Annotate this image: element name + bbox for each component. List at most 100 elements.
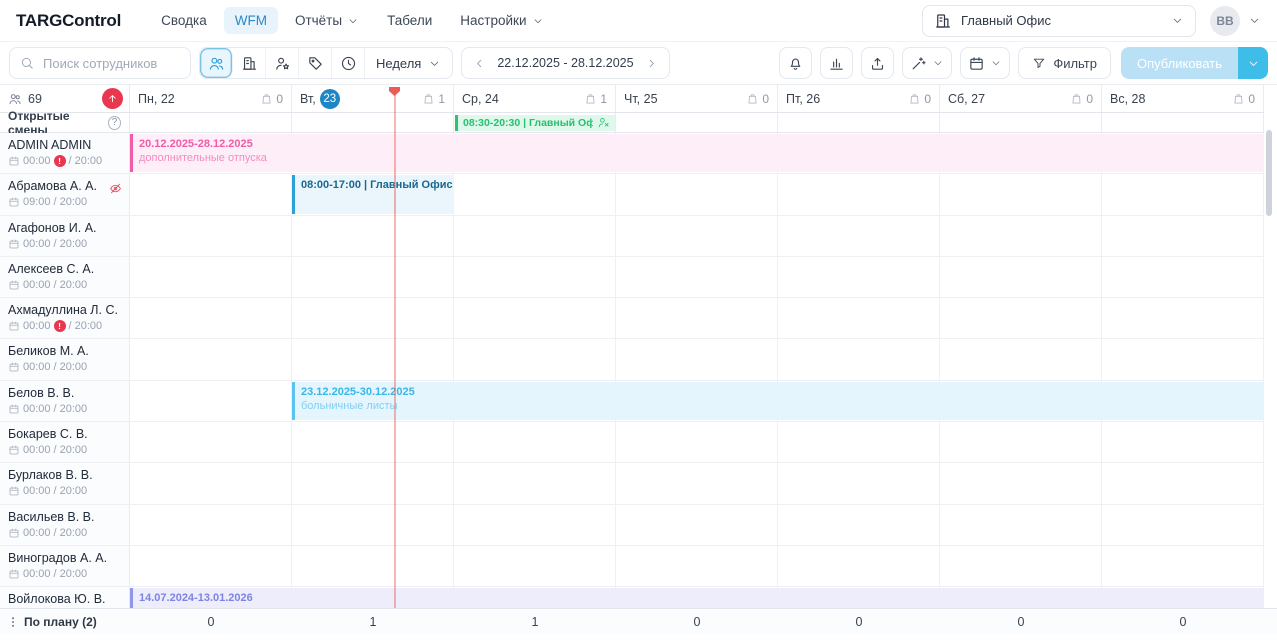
schedule-cell[interactable]	[454, 463, 616, 503]
plan-count[interactable]: 0	[940, 615, 1102, 629]
schedule-event[interactable]: 23.12.2025-30.12.2025больничные листы	[292, 382, 1264, 420]
period-select[interactable]: Неделя	[365, 48, 452, 78]
schedule-cell[interactable]	[130, 257, 292, 297]
employee-search[interactable]	[9, 47, 191, 79]
day-header[interactable]: Чт, 250	[616, 85, 778, 112]
day-header[interactable]: Пн, 220	[130, 85, 292, 112]
schedule-event[interactable]: 20.12.2025-28.12.2025дополнительные отпу…	[130, 134, 1264, 172]
avatar[interactable]: BB	[1210, 6, 1240, 36]
help-icon[interactable]: ?	[108, 116, 121, 130]
schedule-cell[interactable]	[616, 422, 778, 462]
schedule-cell[interactable]	[292, 463, 454, 503]
day-header[interactable]: Вс, 280	[1102, 85, 1264, 112]
open-shift-cell[interactable]	[616, 113, 778, 132]
schedule-cell[interactable]	[616, 339, 778, 379]
plan-count[interactable]: 0	[778, 615, 940, 629]
open-shift-cell[interactable]	[778, 113, 940, 132]
schedule-cell[interactable]	[778, 257, 940, 297]
schedule-cell[interactable]	[940, 216, 1102, 256]
schedule-cell[interactable]	[616, 463, 778, 503]
schedule-cell[interactable]	[940, 339, 1102, 379]
schedule-cell[interactable]	[454, 257, 616, 297]
publish-menu-button[interactable]	[1238, 47, 1268, 79]
schedule-cell[interactable]	[778, 463, 940, 503]
schedule-cell[interactable]	[940, 174, 1102, 214]
schedule-cell[interactable]	[1102, 298, 1264, 338]
schedule-cell[interactable]	[1102, 463, 1264, 503]
employee-cell[interactable]: Виноградов А. А.00:00/ 20:00	[0, 546, 130, 586]
employee-cell[interactable]: Алексеев С. А.00:00/ 20:00	[0, 257, 130, 297]
schedule-cell[interactable]	[778, 546, 940, 586]
schedule-cell[interactable]	[130, 298, 292, 338]
nav-item-svodka[interactable]: Сводка	[150, 7, 218, 34]
employee-cell[interactable]: Абрамова А. А.09:00/ 20:00	[0, 174, 130, 214]
schedule-cell[interactable]	[616, 216, 778, 256]
schedule-cell[interactable]	[940, 505, 1102, 545]
schedule-cell[interactable]	[940, 257, 1102, 297]
schedule-cell[interactable]	[616, 505, 778, 545]
employee-cell[interactable]: ADMIN ADMIN00:00!/ 20:00	[0, 133, 130, 173]
alert-up-badge[interactable]	[102, 88, 123, 109]
view-employees-button[interactable]	[200, 48, 233, 78]
employee-cell[interactable]: Васильев В. В.00:00/ 20:00	[0, 505, 130, 545]
schedule-cell[interactable]	[1102, 422, 1264, 462]
open-shift-cell[interactable]	[292, 113, 454, 132]
employee-cell[interactable]: Ахмадуллина Л. С.00:00!/ 20:00	[0, 298, 130, 338]
office-select[interactable]: Главный Офис	[922, 5, 1196, 37]
view-time-button[interactable]	[332, 48, 365, 78]
schedule-cell[interactable]	[616, 298, 778, 338]
schedule-cell[interactable]	[454, 422, 616, 462]
scrollbar-thumb[interactable]	[1266, 130, 1272, 216]
schedule-cell[interactable]	[292, 216, 454, 256]
schedule-cell[interactable]	[454, 505, 616, 545]
schedule-cell[interactable]	[454, 546, 616, 586]
plan-count[interactable]: 0	[130, 615, 292, 629]
schedule-cell[interactable]	[616, 174, 778, 214]
employee-cell[interactable]: Бокарев С. В.00:00/ 20:00	[0, 422, 130, 462]
schedule-cell[interactable]	[1102, 505, 1264, 545]
day-header[interactable]: Ср, 241	[454, 85, 616, 112]
nav-item-otchety[interactable]: Отчёты	[284, 7, 370, 34]
schedule-cell[interactable]	[940, 546, 1102, 586]
schedule-cell[interactable]	[940, 298, 1102, 338]
schedule-event[interactable]: 14.07.2024-13.01.2026основной отпуск	[130, 588, 1264, 608]
search-input[interactable]	[41, 55, 180, 72]
schedule-cell[interactable]	[778, 174, 940, 214]
view-positions-button[interactable]	[266, 48, 299, 78]
employee-cell[interactable]: Беликов М. А.00:00/ 20:00	[0, 339, 130, 379]
schedule-cell[interactable]	[130, 174, 292, 214]
schedule-cell[interactable]	[130, 216, 292, 256]
schedule-cell[interactable]	[130, 381, 292, 421]
schedule-cell[interactable]	[454, 174, 616, 214]
view-departments-button[interactable]	[233, 48, 266, 78]
schedule-cell[interactable]	[130, 339, 292, 379]
day-header[interactable]: Пт, 260	[778, 85, 940, 112]
schedule-cell[interactable]	[1102, 257, 1264, 297]
schedule-cell[interactable]	[130, 505, 292, 545]
open-shift-cell[interactable]	[1102, 113, 1264, 132]
schedule-cell[interactable]	[778, 216, 940, 256]
calendar-menu-button[interactable]	[960, 47, 1010, 79]
employee-cell[interactable]: Войлокова Ю. В.	[0, 587, 130, 608]
schedule-cell[interactable]	[778, 422, 940, 462]
publish-button[interactable]: Опубликовать	[1121, 47, 1238, 79]
nav-item-wfm[interactable]: WFM	[224, 7, 278, 34]
next-week-button[interactable]	[645, 57, 658, 70]
schedule-cell[interactable]	[292, 505, 454, 545]
schedule-cell[interactable]	[1102, 216, 1264, 256]
plan-count[interactable]: 0	[1102, 615, 1264, 629]
schedule-cell[interactable]	[1102, 174, 1264, 214]
schedule-cell[interactable]	[616, 546, 778, 586]
view-tags-button[interactable]	[299, 48, 332, 78]
account-menu-chevron-icon[interactable]	[1248, 14, 1261, 27]
employee-cell[interactable]: Белов В. В.00:00/ 20:00	[0, 381, 130, 421]
schedule-cell[interactable]	[292, 257, 454, 297]
schedule-cell[interactable]	[130, 422, 292, 462]
plan-count[interactable]: 1	[454, 615, 616, 629]
schedule-cell[interactable]	[292, 422, 454, 462]
schedule-cell[interactable]	[130, 463, 292, 503]
export-button[interactable]	[861, 47, 894, 79]
auto-schedule-button[interactable]	[902, 47, 952, 79]
open-shift-cell[interactable]	[130, 113, 292, 132]
schedule-cell[interactable]	[778, 298, 940, 338]
